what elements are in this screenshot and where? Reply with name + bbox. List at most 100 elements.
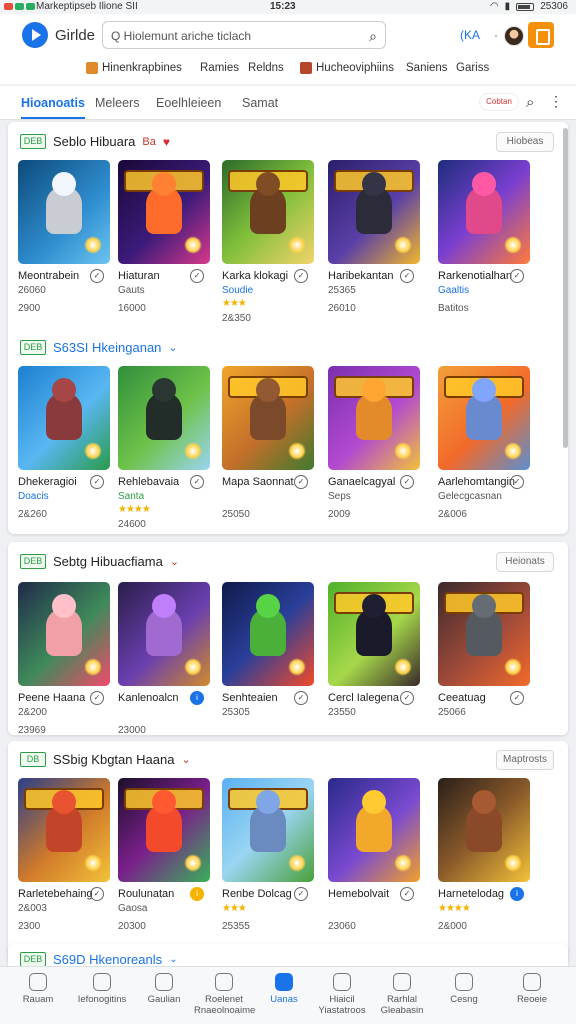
info-icon[interactable]: ✓ bbox=[90, 887, 104, 901]
game-card[interactable]: Kanlenoalcn i 23000 bbox=[118, 582, 210, 742]
cart-button[interactable] bbox=[528, 22, 554, 48]
menu-dot-icon[interactable]: · bbox=[494, 28, 498, 42]
section-title[interactable]: S69D Hkenoreanls bbox=[53, 952, 162, 967]
section-more-button[interactable]: Hiobeas bbox=[496, 132, 554, 152]
chevron-down-icon[interactable]: ⌄ bbox=[169, 954, 177, 965]
info-icon[interactable]: ✓ bbox=[400, 269, 414, 283]
category-item[interactable]: Reldns bbox=[248, 62, 284, 74]
tab-members[interactable]: Meleers bbox=[95, 96, 139, 110]
info-icon[interactable]: ✓ bbox=[510, 269, 524, 283]
info-icon[interactable]: i bbox=[190, 887, 204, 901]
game-thumbnail[interactable] bbox=[18, 582, 110, 686]
game-card[interactable]: Dhekeragioi ✓ Doacis 2&260 bbox=[18, 366, 110, 526]
info-icon[interactable]: ✓ bbox=[400, 691, 414, 705]
game-thumbnail[interactable] bbox=[118, 160, 210, 264]
game-name[interactable]: Renbe Dolcag bbox=[222, 888, 292, 900]
game-name[interactable]: Rarletebehaing bbox=[18, 888, 93, 900]
nav-item[interactable]: Roelenet Rnaeolnoaime bbox=[194, 973, 255, 1016]
game-card[interactable]: Peene Haana ✓ 2&200 23969 bbox=[18, 582, 110, 742]
game-thumbnail[interactable] bbox=[328, 582, 420, 686]
game-card[interactable]: Karka klokagi ✓ Soudie ★★★ 2&350 bbox=[222, 160, 314, 324]
game-name[interactable]: Ceeatuag bbox=[438, 692, 486, 704]
game-thumbnail[interactable] bbox=[222, 778, 314, 882]
game-thumbnail[interactable] bbox=[328, 778, 420, 882]
scrollbar[interactable] bbox=[563, 128, 568, 448]
game-card[interactable]: Renbe Dolcag ✓ ★★★ 25355 bbox=[222, 778, 314, 938]
category-item[interactable]: Saniens bbox=[406, 62, 448, 74]
game-thumbnail[interactable] bbox=[118, 582, 210, 686]
info-icon[interactable]: ✓ bbox=[294, 475, 308, 489]
game-name[interactable]: Senhteaien bbox=[222, 692, 278, 704]
game-card[interactable]: Meontrabein ✓ 26060 2900 bbox=[18, 160, 110, 320]
info-icon[interactable]: ✓ bbox=[510, 691, 524, 705]
game-name[interactable]: Kanlenoalcn bbox=[118, 692, 179, 704]
info-icon[interactable]: ✓ bbox=[294, 269, 308, 283]
game-card[interactable]: Harnetelodag i ★★★★ 2&000 bbox=[438, 778, 530, 938]
category-item[interactable]: Gariss bbox=[456, 62, 489, 74]
game-card[interactable]: Mapa Saonnat ✓ 25050 bbox=[222, 366, 314, 526]
game-card[interactable]: Cercl Ialegena ✓ 23550 bbox=[328, 582, 420, 742]
nav-item[interactable]: Hiaicil Yiastatroos bbox=[312, 973, 372, 1016]
game-thumbnail[interactable] bbox=[118, 778, 210, 882]
game-card[interactable]: Ceeatuag ✓ 25066 bbox=[438, 582, 530, 742]
section-title[interactable]: S63SI Hkeinganan bbox=[53, 340, 161, 355]
info-icon[interactable]: ✓ bbox=[190, 475, 204, 489]
tab-smart[interactable]: Samat bbox=[242, 96, 278, 110]
info-icon[interactable]: ✓ bbox=[190, 269, 204, 283]
game-card[interactable]: Roulunatan i Gaosa 20300 bbox=[118, 778, 210, 938]
game-thumbnail[interactable] bbox=[438, 778, 530, 882]
game-name[interactable]: Aarlehomtangin bbox=[438, 476, 515, 488]
heart-icon[interactable]: ♥ bbox=[163, 135, 170, 149]
game-thumbnail[interactable] bbox=[328, 160, 420, 264]
game-card[interactable]: Hiaturan ✓ Gauts 16000 bbox=[118, 160, 210, 320]
game-name[interactable]: Hemebolvait bbox=[328, 888, 389, 900]
info-icon[interactable]: ✓ bbox=[90, 475, 104, 489]
game-thumbnail[interactable] bbox=[18, 366, 110, 470]
nav-item[interactable]: Cesng bbox=[434, 973, 494, 1005]
info-icon[interactable]: ✓ bbox=[90, 691, 104, 705]
info-icon[interactable]: ✓ bbox=[90, 269, 104, 283]
info-icon[interactable]: ✓ bbox=[400, 887, 414, 901]
game-name[interactable]: Dhekeragioi bbox=[18, 476, 77, 488]
nav-item[interactable]: Reoeie bbox=[502, 973, 562, 1005]
game-card[interactable]: Rarletebehaing ✓ 2&003 2300 bbox=[18, 778, 110, 938]
tab-collection[interactable]: Eoelhleieen bbox=[156, 96, 221, 110]
app-logo-icon[interactable] bbox=[22, 22, 48, 48]
nav-item[interactable]: Gaulian bbox=[134, 973, 194, 1005]
game-name[interactable]: Karka klokagi bbox=[222, 270, 288, 282]
game-name[interactable]: Mapa Saonnat bbox=[222, 476, 294, 488]
nav-item[interactable]: Rarhlal Gleabasin bbox=[372, 973, 432, 1016]
game-name[interactable]: Meontrabein bbox=[18, 270, 79, 282]
game-card[interactable]: Aarlehomtangin ✓ Gelecgcasnan 2&006 bbox=[438, 366, 530, 526]
game-thumbnail[interactable] bbox=[18, 160, 110, 264]
game-name[interactable]: Haribekantan bbox=[328, 270, 393, 282]
section-more-button[interactable]: Maptrosts bbox=[496, 750, 554, 770]
game-card[interactable]: Senhteaien ✓ 25305 bbox=[222, 582, 314, 742]
more-icon[interactable]: ⋮ bbox=[549, 93, 563, 110]
game-thumbnail[interactable] bbox=[222, 582, 314, 686]
avatar[interactable] bbox=[504, 26, 524, 46]
game-name[interactable]: Peene Haana bbox=[18, 692, 85, 704]
game-card[interactable]: Rarkenotialhan ✓ Gaaltis Batitos bbox=[438, 160, 530, 320]
section-title[interactable]: SSbig Kbgtan Haana bbox=[53, 752, 174, 767]
nav-item[interactable]: Uanas bbox=[254, 973, 314, 1005]
game-name[interactable]: Rehlebavaia bbox=[118, 476, 179, 488]
game-card[interactable]: Haribekantan ✓ 25365 26010 bbox=[328, 160, 420, 320]
search-input[interactable]: Q Hiolemunt ariche ticlach ⌕ bbox=[102, 21, 386, 49]
info-icon[interactable]: ✓ bbox=[294, 691, 308, 705]
info-icon[interactable]: ✓ bbox=[510, 475, 524, 489]
tab-badge[interactable]: Cobtan bbox=[479, 93, 519, 111]
game-name[interactable]: Harnetelodag bbox=[438, 888, 504, 900]
category-item[interactable]: Ramies bbox=[200, 62, 239, 74]
section-title[interactable]: Sebtg Hibuacfiama bbox=[53, 554, 163, 569]
game-name[interactable]: Rarkenotialhan bbox=[438, 270, 512, 282]
game-thumbnail[interactable] bbox=[222, 160, 314, 264]
game-thumbnail[interactable] bbox=[328, 366, 420, 470]
nav-item[interactable]: Rauam bbox=[8, 973, 68, 1005]
category-item[interactable]: Hucheoviphiins bbox=[300, 62, 394, 74]
game-thumbnail[interactable] bbox=[222, 366, 314, 470]
category-item[interactable]: Hinenkrapbines bbox=[86, 62, 182, 74]
game-name[interactable]: Hiaturan bbox=[118, 270, 160, 282]
game-thumbnail[interactable] bbox=[18, 778, 110, 882]
search-icon[interactable]: ⌕ bbox=[526, 94, 534, 111]
